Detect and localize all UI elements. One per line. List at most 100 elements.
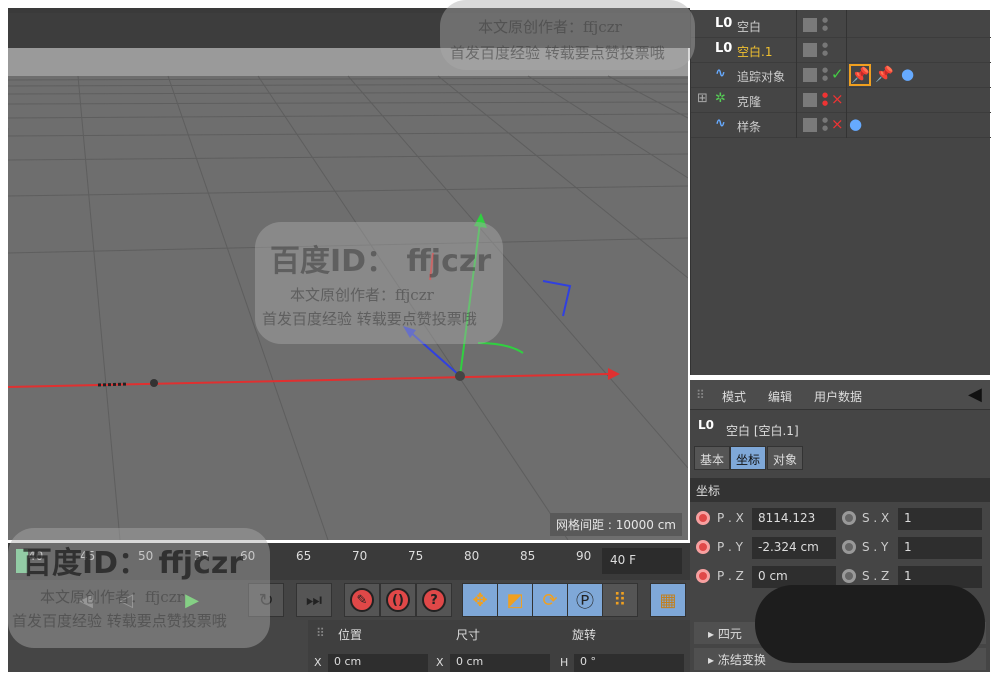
param-label: S . X bbox=[862, 511, 890, 525]
render-dots[interactable]: ● ● bbox=[822, 91, 828, 107]
position-header: 位置 bbox=[338, 628, 363, 642]
pos-y-field[interactable]: -2.324 cm bbox=[752, 537, 836, 559]
tick-label: 75 bbox=[408, 549, 424, 563]
scale-y-field[interactable]: 1 bbox=[898, 537, 982, 559]
playhead[interactable] bbox=[16, 549, 28, 573]
null-icon: L0 bbox=[715, 16, 733, 31]
param-label: P . X bbox=[717, 511, 744, 525]
render-dots[interactable]: ● ● bbox=[822, 66, 828, 82]
constraint-tag-icon[interactable]: 📌 bbox=[849, 64, 871, 86]
current-frame-field[interactable]: 40 F bbox=[602, 548, 682, 574]
param-label: S . Z bbox=[862, 569, 890, 583]
spline-tag-icon[interactable]: ● bbox=[901, 65, 914, 83]
3d-viewport[interactable]: 网格间距 : 10000 cm bbox=[8, 48, 688, 540]
render-dots[interactable]: ● ● bbox=[822, 16, 828, 32]
render-dots[interactable]: ● ● bbox=[822, 116, 828, 132]
tick-label: 40 bbox=[28, 549, 44, 563]
viewport-grid bbox=[8, 48, 688, 540]
auto-key-icon[interactable]: () bbox=[380, 583, 416, 617]
scale-key-icon[interactable]: ◩ bbox=[497, 583, 533, 617]
keyframe-radio[interactable] bbox=[842, 540, 856, 554]
keyframe-radio[interactable] bbox=[842, 511, 856, 525]
object-name[interactable]: 空白.1 bbox=[737, 43, 772, 60]
timeline-icon[interactable]: ▦ bbox=[650, 583, 686, 617]
rotation-h-field[interactable]: 0 ° bbox=[574, 654, 684, 672]
object-name[interactable]: 追踪对象 bbox=[737, 68, 785, 85]
spline-icon: ∿ bbox=[715, 116, 726, 131]
grip-icon: ⠿ bbox=[696, 388, 705, 402]
tick-label: 85 bbox=[520, 549, 536, 563]
menu-edit[interactable]: 编辑 bbox=[768, 388, 792, 405]
timeline-ruler[interactable]: 40 45 50 55 60 65 70 75 80 85 90 40 F bbox=[8, 543, 690, 580]
x-label: X bbox=[314, 656, 322, 669]
coordinate-manager: ⠿ 位置 尺寸 旋转 X 0 cm X 0 cm H 0 ° bbox=[308, 620, 690, 672]
section-header: 坐标 bbox=[690, 478, 990, 502]
fold-label: 四元 bbox=[717, 627, 742, 641]
viewport-menubar bbox=[8, 13, 690, 48]
tab-basic[interactable]: 基本 bbox=[694, 446, 731, 470]
param-key-icon[interactable]: Ⓟ bbox=[567, 583, 603, 617]
move-key-icon[interactable]: ✥ bbox=[462, 583, 498, 617]
object-row[interactable]: L0 空白 ● ● bbox=[691, 13, 991, 38]
goto-end-icon[interactable]: ⏭ bbox=[296, 583, 332, 617]
disabled-x-icon[interactable]: × bbox=[831, 90, 844, 108]
transport-bar: ◀ ◁ ▶ ↻ ⏭ ✎ () ? ✥ ◩ ⟳ Ⓟ ⠿ ▦ bbox=[8, 580, 690, 620]
object-name[interactable]: 克隆 bbox=[737, 93, 761, 110]
point-level-icon[interactable]: ⠿ bbox=[602, 583, 638, 617]
object-name[interactable]: 空白 bbox=[737, 18, 761, 35]
tab-object[interactable]: 对象 bbox=[767, 446, 804, 470]
position-x-field[interactable]: 0 cm bbox=[328, 654, 428, 672]
x-axis-line bbox=[8, 373, 609, 388]
object-row[interactable]: ⊞ ✲ 克隆 ● ● × bbox=[691, 88, 991, 113]
visibility-toggle[interactable] bbox=[803, 93, 817, 107]
tick-label: 70 bbox=[352, 549, 368, 563]
tick-label: 90 bbox=[576, 549, 592, 563]
keyframe-radio[interactable] bbox=[696, 569, 710, 583]
play-icon[interactable]: ▶ bbox=[174, 583, 210, 617]
rotation-header: 旋转 bbox=[572, 628, 597, 642]
object-row[interactable]: L0 空白.1 ● ● bbox=[691, 38, 991, 63]
disabled-x-icon[interactable]: × bbox=[831, 115, 844, 133]
size-x-field[interactable]: 0 cm bbox=[450, 654, 550, 672]
object-row[interactable]: ∿ 样条 ● ● × ● bbox=[691, 113, 991, 138]
spline-tag-icon[interactable]: ● bbox=[849, 115, 862, 133]
prev-key-icon[interactable]: ◀ bbox=[68, 583, 104, 617]
constraint-tag-icon[interactable]: 📌 bbox=[875, 65, 894, 83]
object-manager: L0 空白 ● ● L0 空白.1 ● ● ∿ 追踪对象 ● ● ✓ 📌 📌 ● ⊞ … bbox=[690, 10, 991, 375]
tick-label: 55 bbox=[194, 549, 210, 563]
record-keys-icon[interactable]: ✎ bbox=[344, 583, 380, 617]
enabled-check-icon[interactable]: ✓ bbox=[831, 65, 844, 83]
tick-label: 80 bbox=[464, 549, 480, 563]
loop-icon[interactable]: ↻ bbox=[248, 583, 284, 617]
key-help-icon[interactable]: ? bbox=[416, 583, 452, 617]
visibility-toggle[interactable] bbox=[803, 18, 817, 32]
object-row[interactable]: ∿ 追踪对象 ● ● ✓ 📌 📌 ● bbox=[691, 63, 991, 88]
back-arrow-icon[interactable]: ◀ bbox=[968, 384, 982, 405]
pos-x-field[interactable]: 8114.123 bbox=[752, 508, 836, 530]
menu-user-data[interactable]: 用户数据 bbox=[814, 388, 862, 405]
play-backward-icon[interactable]: ◁ bbox=[108, 583, 144, 617]
tab-coord[interactable]: 坐标 bbox=[730, 446, 767, 470]
menu-mode[interactable]: 模式 bbox=[722, 388, 746, 405]
fold-label: 冻结变换 bbox=[717, 653, 766, 667]
cloner-icon: ✲ bbox=[715, 91, 726, 106]
expand-icon[interactable]: ⊞ bbox=[697, 91, 708, 106]
keyframe-radio[interactable] bbox=[842, 569, 856, 583]
scale-x-field[interactable]: 1 bbox=[898, 508, 982, 530]
keyframe-radio[interactable] bbox=[696, 540, 710, 554]
rotate-key-icon[interactable]: ⟳ bbox=[532, 583, 568, 617]
visibility-toggle[interactable] bbox=[803, 43, 817, 57]
tick-label: 45 bbox=[80, 549, 96, 563]
visibility-toggle[interactable] bbox=[803, 68, 817, 82]
null-icon: L0 bbox=[698, 418, 714, 432]
param-row: P . Y -2.324 cm S . Y 1 bbox=[690, 535, 990, 561]
visibility-toggle[interactable] bbox=[803, 118, 817, 132]
redaction-blob bbox=[755, 585, 985, 663]
grid-spacing-label: 网格间距 : 10000 cm bbox=[550, 513, 682, 536]
object-name[interactable]: 样条 bbox=[737, 118, 761, 135]
keyframe-radio[interactable] bbox=[696, 511, 710, 525]
param-label: P . Z bbox=[717, 569, 744, 583]
render-dots[interactable]: ● ● bbox=[822, 41, 828, 57]
column-divider bbox=[796, 10, 797, 138]
param-row: P . X 8114.123 S . X 1 bbox=[690, 506, 990, 532]
